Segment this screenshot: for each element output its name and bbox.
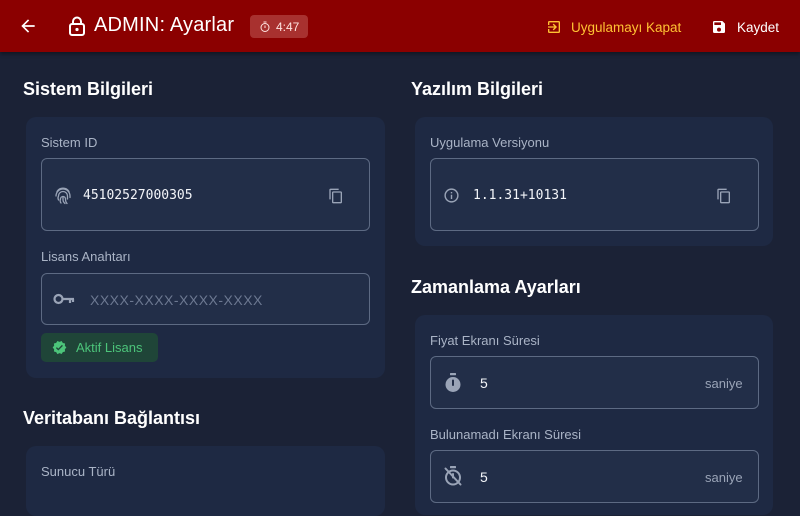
price-screen-duration-input[interactable]: 5 saniye — [430, 356, 759, 409]
app-version-value: 1.1.31+10131 — [473, 188, 567, 203]
app-version-label: Uygulama Versiyonu — [430, 135, 550, 150]
license-key-placeholder: XXXX-XXXX-XXXX-XXXX — [90, 292, 263, 308]
database-title: Veritabanı Bağlantısı — [23, 408, 201, 428]
database-card — [26, 446, 385, 516]
price-screen-unit: saniye — [705, 376, 743, 391]
arrow-back-icon — [21, 19, 35, 33]
back-button[interactable] — [16, 14, 40, 38]
info-icon — [444, 188, 459, 203]
price-screen-value: 5 — [480, 375, 488, 391]
save-label: Kaydet — [737, 19, 780, 35]
price-screen-label: Fiyat Ekranı Süresi — [430, 333, 540, 348]
key-icon — [53, 293, 75, 305]
lock-icon — [69, 16, 85, 36]
license-status-badge: Aktif Lisans — [41, 333, 158, 362]
save-button[interactable]: Kaydet — [711, 16, 779, 38]
system-id-field[interactable]: 45102527000305 — [41, 158, 370, 231]
system-id-label: Sistem ID — [41, 135, 98, 150]
close-app-label: Uygulamayı Kapat — [571, 19, 682, 35]
page-title: ADMIN: Ayarlar — [94, 14, 235, 36]
verified-icon — [52, 340, 67, 355]
exit-icon — [548, 21, 560, 33]
save-icon — [713, 21, 725, 33]
not-found-value: 5 — [480, 469, 488, 485]
system-info-title: Sistem Bilgileri — [23, 79, 154, 99]
copy-icon[interactable] — [328, 187, 344, 205]
license-key-label: Lisans Anahtarı — [41, 249, 131, 264]
license-key-input[interactable]: XXXX-XXXX-XXXX-XXXX — [41, 273, 370, 325]
license-status-label: Aktif Lisans — [76, 340, 143, 355]
app-bar: ADMIN: Ayarlar 4:47 Uygulamayı Kapat Kay… — [0, 0, 800, 52]
system-id-value: 45102527000305 — [83, 188, 193, 203]
not-found-screen-label: Bulunamadı Ekranı Süresi — [430, 427, 582, 442]
timer-off-icon — [444, 466, 462, 486]
session-timer-badge: 4:47 — [250, 15, 309, 38]
copy-icon[interactable] — [716, 187, 732, 205]
timing-title: Zamanlama Ayarları — [411, 277, 581, 297]
close-app-button[interactable]: Uygulamayı Kapat — [546, 16, 681, 38]
software-info-title: Yazılım Bilgileri — [411, 79, 544, 99]
timer-value: 4:47 — [276, 19, 300, 34]
timer-icon — [260, 21, 270, 32]
server-type-label: Sunucu Türü — [41, 464, 116, 479]
app-version-field[interactable]: 1.1.31+10131 — [430, 158, 759, 231]
not-found-unit: saniye — [705, 470, 743, 485]
not-found-duration-input[interactable]: 5 saniye — [430, 450, 759, 503]
stopwatch-icon — [445, 373, 461, 392]
fingerprint-icon — [55, 187, 71, 205]
